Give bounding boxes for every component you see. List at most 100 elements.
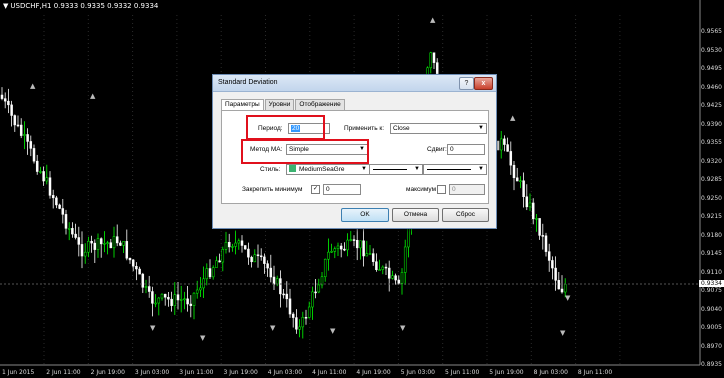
candle-body [298,326,301,330]
time-axis-label: 4 Jun 19:00 [356,369,391,376]
candle-body [48,177,52,196]
dialog-titlebar[interactable]: Standard Deviation ? x [213,75,496,92]
candle-body [512,164,516,179]
time-axis-label: 2 Jun 19:00 [90,369,125,376]
candle-body [375,261,378,270]
line-width-select[interactable]: ▼ [423,164,487,175]
time-axis-label: 8 Jun 03:00 [533,369,568,376]
candle-body [311,291,314,308]
fractal-arrow-icon: ▲ [510,114,516,122]
tab-levels[interactable]: Уровни [264,99,295,110]
color-swatch [289,165,296,173]
candle-body [256,254,260,257]
candle-body [563,284,567,293]
candle-body [355,239,359,249]
candle-body [119,242,122,246]
candle-body [250,256,253,263]
candle-body [359,240,362,249]
candle-body [83,251,87,257]
help-button[interactable]: ? [459,77,474,90]
candle-body [87,240,90,253]
style-label: Стиль: [260,166,281,173]
candle-body [7,100,10,106]
chart-symbol-header: ▼ USDCHF,H1 0.9333 0.9335 0.9332 0.9334 [3,2,158,10]
candle-body [221,248,225,263]
line-width-preview [427,169,471,170]
candle-body [547,251,551,261]
candle-body [51,195,55,199]
standard-deviation-dialog[interactable]: Standard Deviation ? x Параметры Уровни … [212,74,497,229]
candle-body [272,276,276,285]
candle-body [240,240,244,246]
candle-body [147,286,151,292]
candle-body [26,134,29,142]
chevron-down-icon: ▼ [478,166,484,172]
price-axis-label: 0.9495 [701,65,722,72]
fix-min-input[interactable]: 0 [323,184,361,195]
candle-body [515,177,519,182]
candle-body [183,298,186,301]
time-axis-label: 2 Jun 11:00 [46,369,81,376]
price-axis-label: 0.9005 [701,324,722,331]
candle-body [327,251,330,260]
candle-body [61,208,65,215]
candle-body [381,266,385,270]
fix-max-label: максимум [406,186,437,193]
candle-body [352,239,356,241]
candle-body [131,259,135,267]
candle-body [339,245,343,250]
candle-body [288,298,292,315]
period-highlight-box [246,115,325,140]
price-axis-label: 0.9285 [701,176,722,183]
candle-body [522,180,525,197]
ok-button[interactable]: OK [341,208,389,222]
style-color-select[interactable]: MediumSeaGre ▼ [286,164,370,175]
candle-body [234,242,237,247]
candle-body [333,248,337,252]
fix-min-checkbox[interactable]: ✓ [311,185,320,194]
candle-body [151,291,154,304]
candle-body [163,293,167,298]
candle-body [391,275,394,279]
candle-body [115,236,119,244]
candle-body [138,268,141,275]
candle-body [3,98,7,102]
candle-body [192,292,196,306]
candle-body [531,202,535,220]
tab-display[interactable]: Отображение [295,99,345,110]
shift-label: Сдвиг: [427,146,447,153]
candle-body [541,235,545,237]
cancel-button[interactable]: Отмена [392,208,439,222]
fractal-arrow-icon: ▼ [270,324,276,332]
price-axis-label: 0.9390 [701,120,722,128]
candle-body [32,148,36,162]
candle-body [29,141,33,149]
candle-body [554,267,557,281]
apply-to-select[interactable]: Close ▼ [390,123,487,134]
candle-body [496,140,500,151]
candle-body [16,124,20,127]
line-style-select[interactable]: ▼ [369,164,423,175]
fractal-arrow-icon: ▼ [400,324,406,332]
candle-body [285,293,289,300]
fix-max-input[interactable]: 0 [449,184,485,195]
fix-max-checkbox[interactable] [437,185,446,194]
candle-body [0,94,4,99]
candle-body [304,317,308,319]
shift-input[interactable]: 0 [447,144,485,155]
candle-body [263,256,266,264]
candle-body [93,242,97,250]
candle-body [336,245,340,249]
candle-body [128,257,132,261]
close-button[interactable]: x [474,77,493,90]
candle-body [371,253,375,262]
dialog-title: Standard Deviation [218,79,278,86]
reset-button[interactable]: Сброс [442,208,489,222]
candle-body [157,297,161,304]
candle-body [186,298,189,305]
candle-body [99,238,103,245]
chevron-down-icon: ▼ [414,166,420,172]
tab-strip: Параметры Уровни Отображение [221,99,346,111]
candle-body [19,124,23,136]
candle-body [551,260,554,269]
